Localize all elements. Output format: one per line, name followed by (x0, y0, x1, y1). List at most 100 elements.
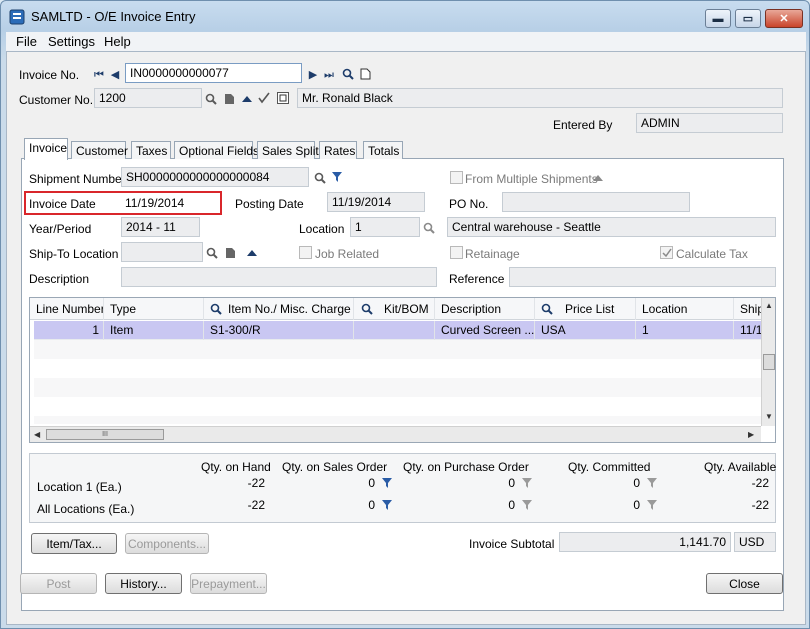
ship-to-search-icon[interactable] (206, 247, 218, 259)
post-button[interactable]: Post (20, 573, 97, 594)
col-price-list-label: Price List (565, 302, 615, 316)
menu-file[interactable]: File (16, 34, 37, 49)
all-qty-available: -22 (751, 498, 769, 512)
item-tax-button-label: Item/Tax... (46, 536, 102, 551)
shipment-search-icon[interactable] (314, 172, 326, 184)
minimize-button[interactable]: ▬ (705, 9, 731, 28)
po-no-label: PO No. (449, 197, 489, 211)
description-field[interactable] (121, 267, 437, 287)
customer-name-field: Mr. Ronald Black (297, 88, 783, 108)
empty-row (34, 359, 762, 378)
last-record-icon[interactable]: ⏭ (323, 69, 335, 81)
copy-icon[interactable] (277, 92, 289, 104)
cell-ship: 11/1 (740, 323, 762, 337)
location-field[interactable]: 1 (350, 217, 420, 237)
customer-no-field[interactable]: 1200 (94, 88, 202, 108)
scroll-up-icon[interactable]: ▲ (765, 301, 773, 310)
calculate-tax-checkbox[interactable] (660, 246, 673, 259)
kit-search-icon[interactable] (361, 303, 373, 315)
detail-grid: Line Number Type Item No./ Misc. Charge … (29, 297, 776, 443)
invoice-date-value[interactable]: 11/19/2014 (125, 196, 184, 210)
prepayment-button[interactable]: Prepayment... (190, 573, 267, 594)
close-icon: ✕ (779, 13, 789, 25)
invoice-no-input[interactable]: IN0000000000077 (125, 63, 302, 83)
table-row[interactable]: 1 Item S1-300/R Curved Screen ... USA 1 … (34, 321, 762, 340)
from-multiple-shipments-label: From Multiple Shipments (465, 172, 598, 186)
qty-on-sales-order-header: Qty. on Sales Order (282, 460, 388, 474)
scroll-down-icon[interactable]: ▼ (765, 412, 773, 421)
customer-search-icon[interactable] (205, 93, 217, 105)
tab-totals-label: Totals (368, 144, 400, 158)
all-sales-order-drilldown-icon[interactable] (381, 499, 393, 511)
scroll-left-icon[interactable]: ◀ (34, 430, 40, 439)
job-related-checkbox[interactable] (299, 246, 312, 259)
scroll-right-icon[interactable]: ▶ (748, 430, 754, 439)
ship-to-zoom-icon[interactable] (246, 247, 258, 259)
close-button[interactable]: Close (706, 573, 783, 594)
item-tax-button[interactable]: Item/Tax... (31, 533, 117, 554)
item-search-icon[interactable] (210, 303, 222, 315)
menu-help[interactable]: Help (104, 34, 131, 49)
location-search-icon[interactable] (423, 222, 435, 234)
zoom-up-icon[interactable] (241, 93, 253, 105)
job-related-label: Job Related (315, 247, 380, 261)
reference-label: Reference (449, 272, 505, 286)
first-record-icon[interactable]: ⏮ (93, 69, 105, 81)
col-location[interactable]: Location (636, 298, 734, 320)
all-qty-purchase-order: 0 (508, 498, 515, 512)
horizontal-scroll-thumb[interactable]: III (46, 429, 164, 440)
horizontal-scrollbar[interactable]: ◀ III ▶ (30, 426, 761, 442)
calculate-tax-label: Calculate Tax (676, 247, 748, 261)
qty-on-purchase-order-header: Qty. on Purchase Order (403, 460, 529, 474)
posting-date-field[interactable]: 11/19/2014 (327, 192, 425, 212)
purchase-order-drilldown-icon[interactable] (521, 477, 533, 489)
close-window-button[interactable]: ✕ (765, 9, 803, 28)
from-multiple-shipments-checkbox[interactable] (450, 171, 463, 184)
components-button[interactable]: Components... (125, 533, 209, 554)
col-description[interactable]: Description (435, 298, 535, 320)
tab-sales-split[interactable]: Sales Split (257, 141, 319, 159)
tab-taxes[interactable]: Taxes (131, 141, 171, 159)
retainage-checkbox[interactable] (450, 246, 463, 259)
col-type[interactable]: Type (104, 298, 204, 320)
committed-drilldown-icon[interactable] (646, 477, 658, 489)
tab-totals[interactable]: Totals (363, 141, 403, 159)
shipment-drilldown-icon[interactable] (331, 171, 343, 183)
all-committed-drilldown-icon[interactable] (646, 499, 658, 511)
vertical-scroll-thumb[interactable] (763, 354, 775, 370)
po-no-field[interactable] (502, 192, 690, 212)
price-list-search-icon[interactable] (541, 303, 553, 315)
col-ship[interactable]: Ship (734, 298, 764, 320)
tab-optional-fields[interactable]: Optional Fields (174, 141, 259, 159)
vertical-scrollbar[interactable]: ▲ ▼ (761, 298, 775, 426)
all-purchase-order-drilldown-icon[interactable] (521, 499, 533, 511)
sales-order-drilldown-icon[interactable] (381, 477, 393, 489)
components-button-label: Components... (127, 536, 207, 551)
reference-field[interactable] (509, 267, 776, 287)
col-line-number[interactable]: Line Number (30, 298, 104, 320)
minimize-icon: ▬ (712, 12, 724, 25)
new-document-icon[interactable] (359, 68, 371, 80)
menu-settings-label: Settings (48, 34, 95, 49)
check-icon[interactable] (258, 92, 270, 104)
col-item-no[interactable]: Item No./ Misc. Charge (204, 298, 354, 320)
shipments-zoom-icon[interactable] (592, 172, 604, 184)
ship-to-new-icon[interactable] (224, 247, 236, 259)
tab-customer[interactable]: Customer (71, 141, 128, 159)
qty-on-hand-header: Qty. on Hand (201, 460, 271, 474)
maximize-button[interactable]: ▭ (735, 9, 761, 28)
tab-invoice[interactable]: Invoice (24, 138, 68, 160)
year-period-field[interactable]: 2014 - 11 (121, 217, 200, 237)
next-record-icon[interactable]: ▶ (307, 69, 319, 81)
all-locations-qty-label: All Locations (Ea.) (37, 502, 135, 516)
customer-new-icon[interactable] (223, 93, 235, 105)
location-qty-committed: 0 (633, 476, 640, 490)
tab-rates[interactable]: Rates (319, 141, 357, 159)
menu-settings[interactable]: Settings (48, 34, 95, 49)
ship-to-location-field[interactable] (121, 242, 203, 262)
shipment-number-field: SH0000000000000000084 (121, 167, 309, 187)
history-button[interactable]: History... (105, 573, 182, 594)
previous-record-icon[interactable]: ◀ (109, 69, 121, 81)
posting-date-label: Posting Date (235, 197, 304, 211)
search-icon[interactable] (342, 68, 354, 80)
